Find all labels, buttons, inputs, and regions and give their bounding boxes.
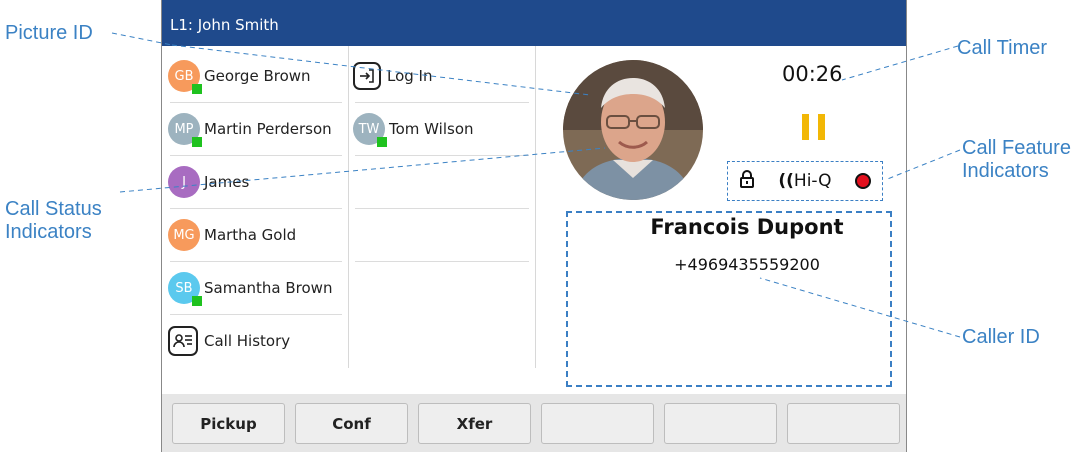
callout-lines: [111, 32, 961, 338]
callout-call-feature: Call Feature Indicators: [962, 137, 1071, 182]
callout-picture-id: Picture ID: [5, 22, 93, 44]
callout-caller-id: Caller ID: [962, 326, 1040, 348]
callout-call-status: Call Status Indicators: [5, 198, 102, 243]
callout-call-timer: Call Timer: [957, 37, 1048, 59]
